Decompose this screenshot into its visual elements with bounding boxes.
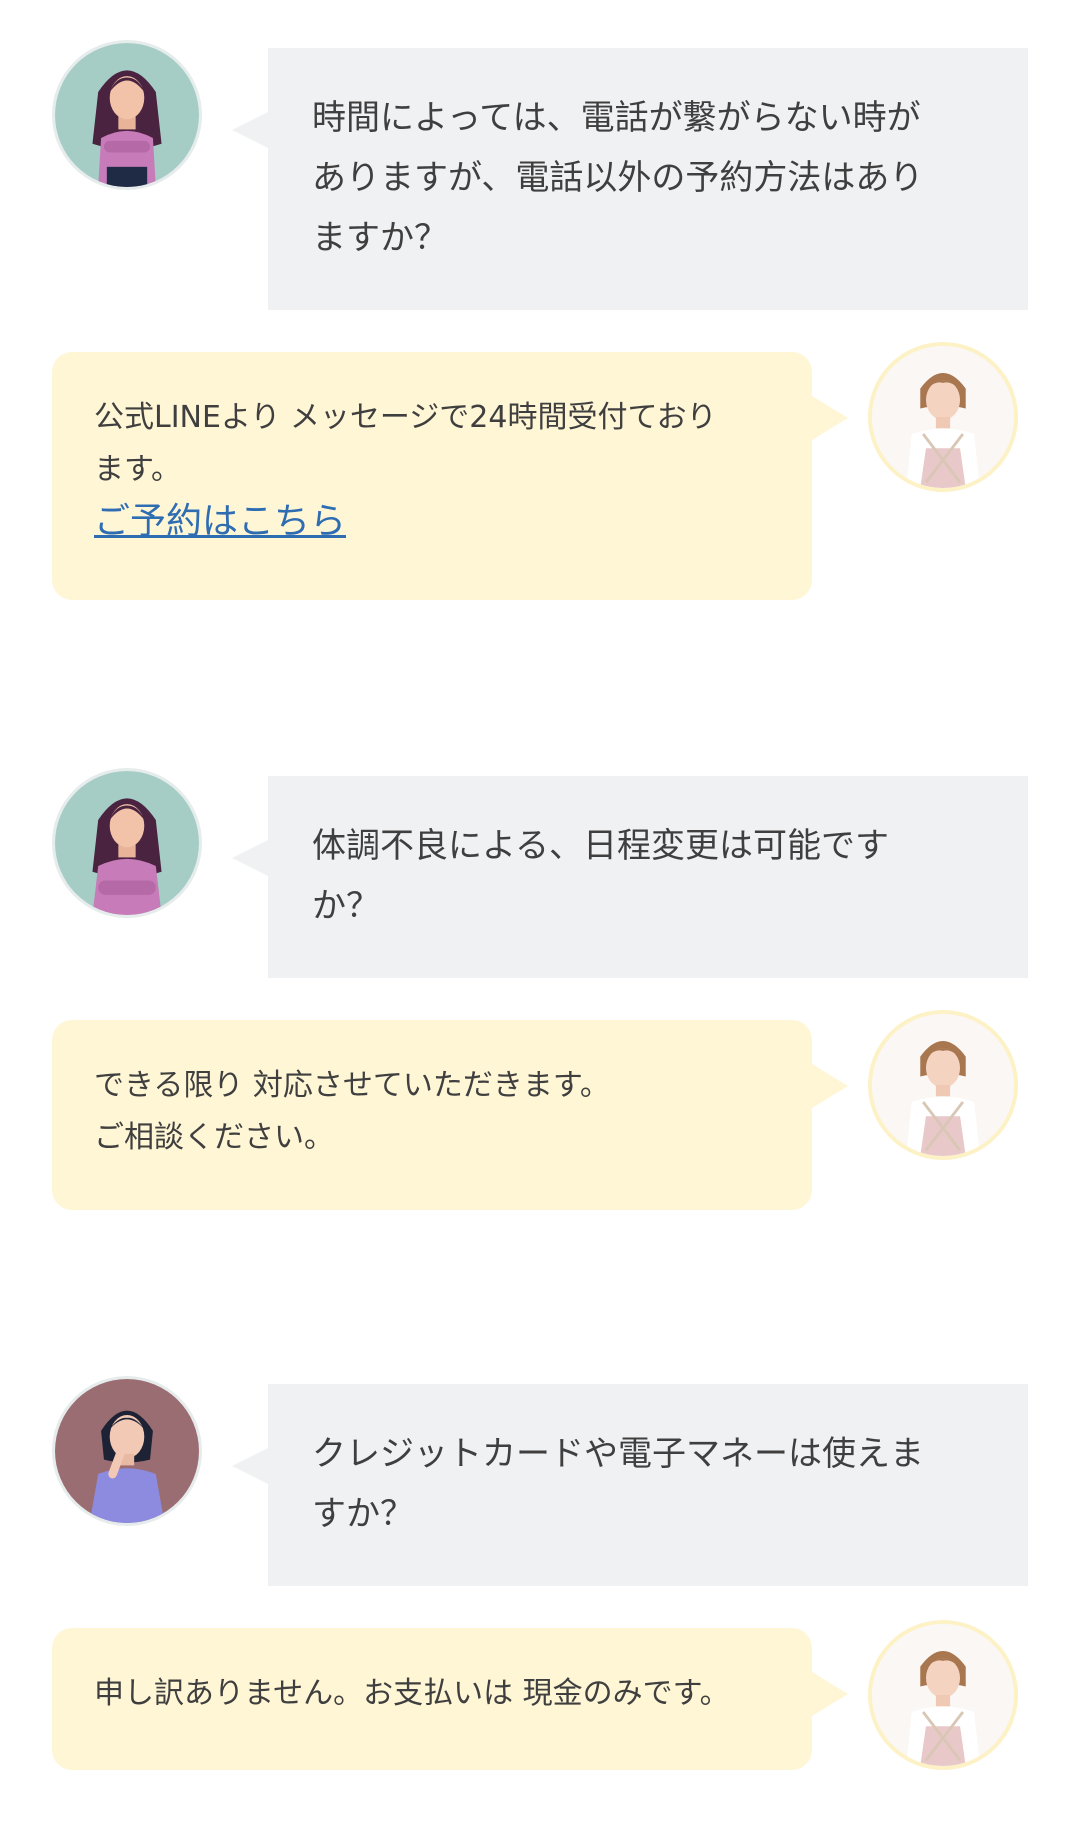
question-bubble: 体調不良による、日程変更は可能です か？: [232, 776, 1028, 978]
question-text: ますか？: [312, 218, 448, 258]
answer-bubble: できる限り 対応させていただきます。 ご相談ください。: [52, 1020, 848, 1210]
question-text: か？: [312, 886, 380, 926]
customer-avatar-icon: [52, 1376, 202, 1526]
question-text: ありますが、電話以外の予約方法はあり: [312, 158, 924, 198]
question-text: すか？: [312, 1494, 414, 1534]
question-text: 体調不良による、日程変更は可能です: [312, 826, 889, 866]
staff-avatar-icon: [868, 1620, 1018, 1770]
customer-avatar-icon: [52, 40, 202, 190]
question-text: 時間によっては、電話が繋がらない時が: [312, 98, 921, 138]
answer-text: 公式LINEより メッセージで24時間受付ており: [94, 400, 717, 435]
question-bubble: 時間によっては、電話が繋がらない時が ありますが、電話以外の予約方法はあり ます…: [232, 48, 1028, 310]
customer-avatar-icon: [52, 768, 202, 918]
answer-bubble: 公式LINEより メッセージで24時間受付ており ます。 ご予約はこちら: [52, 352, 848, 600]
answer-bubble: 申し訳ありません。お支払いは 現金のみです。: [52, 1628, 848, 1770]
answer-text: できる限り 対応させていただきます。: [94, 1068, 610, 1103]
answer-text: ます。: [94, 452, 181, 487]
staff-avatar-icon: [868, 1010, 1018, 1160]
reservation-link[interactable]: ご予約はこちら: [94, 496, 770, 548]
staff-avatar-icon: [868, 342, 1018, 492]
question-text: クレジットカードや電子マネーは使えま: [312, 1434, 924, 1474]
question-bubble: クレジットカードや電子マネーは使えま すか？: [232, 1384, 1028, 1586]
answer-text: ご相談ください。: [94, 1120, 334, 1155]
answer-text: 申し訳ありません。お支払いは 現金のみです。: [94, 1676, 730, 1711]
